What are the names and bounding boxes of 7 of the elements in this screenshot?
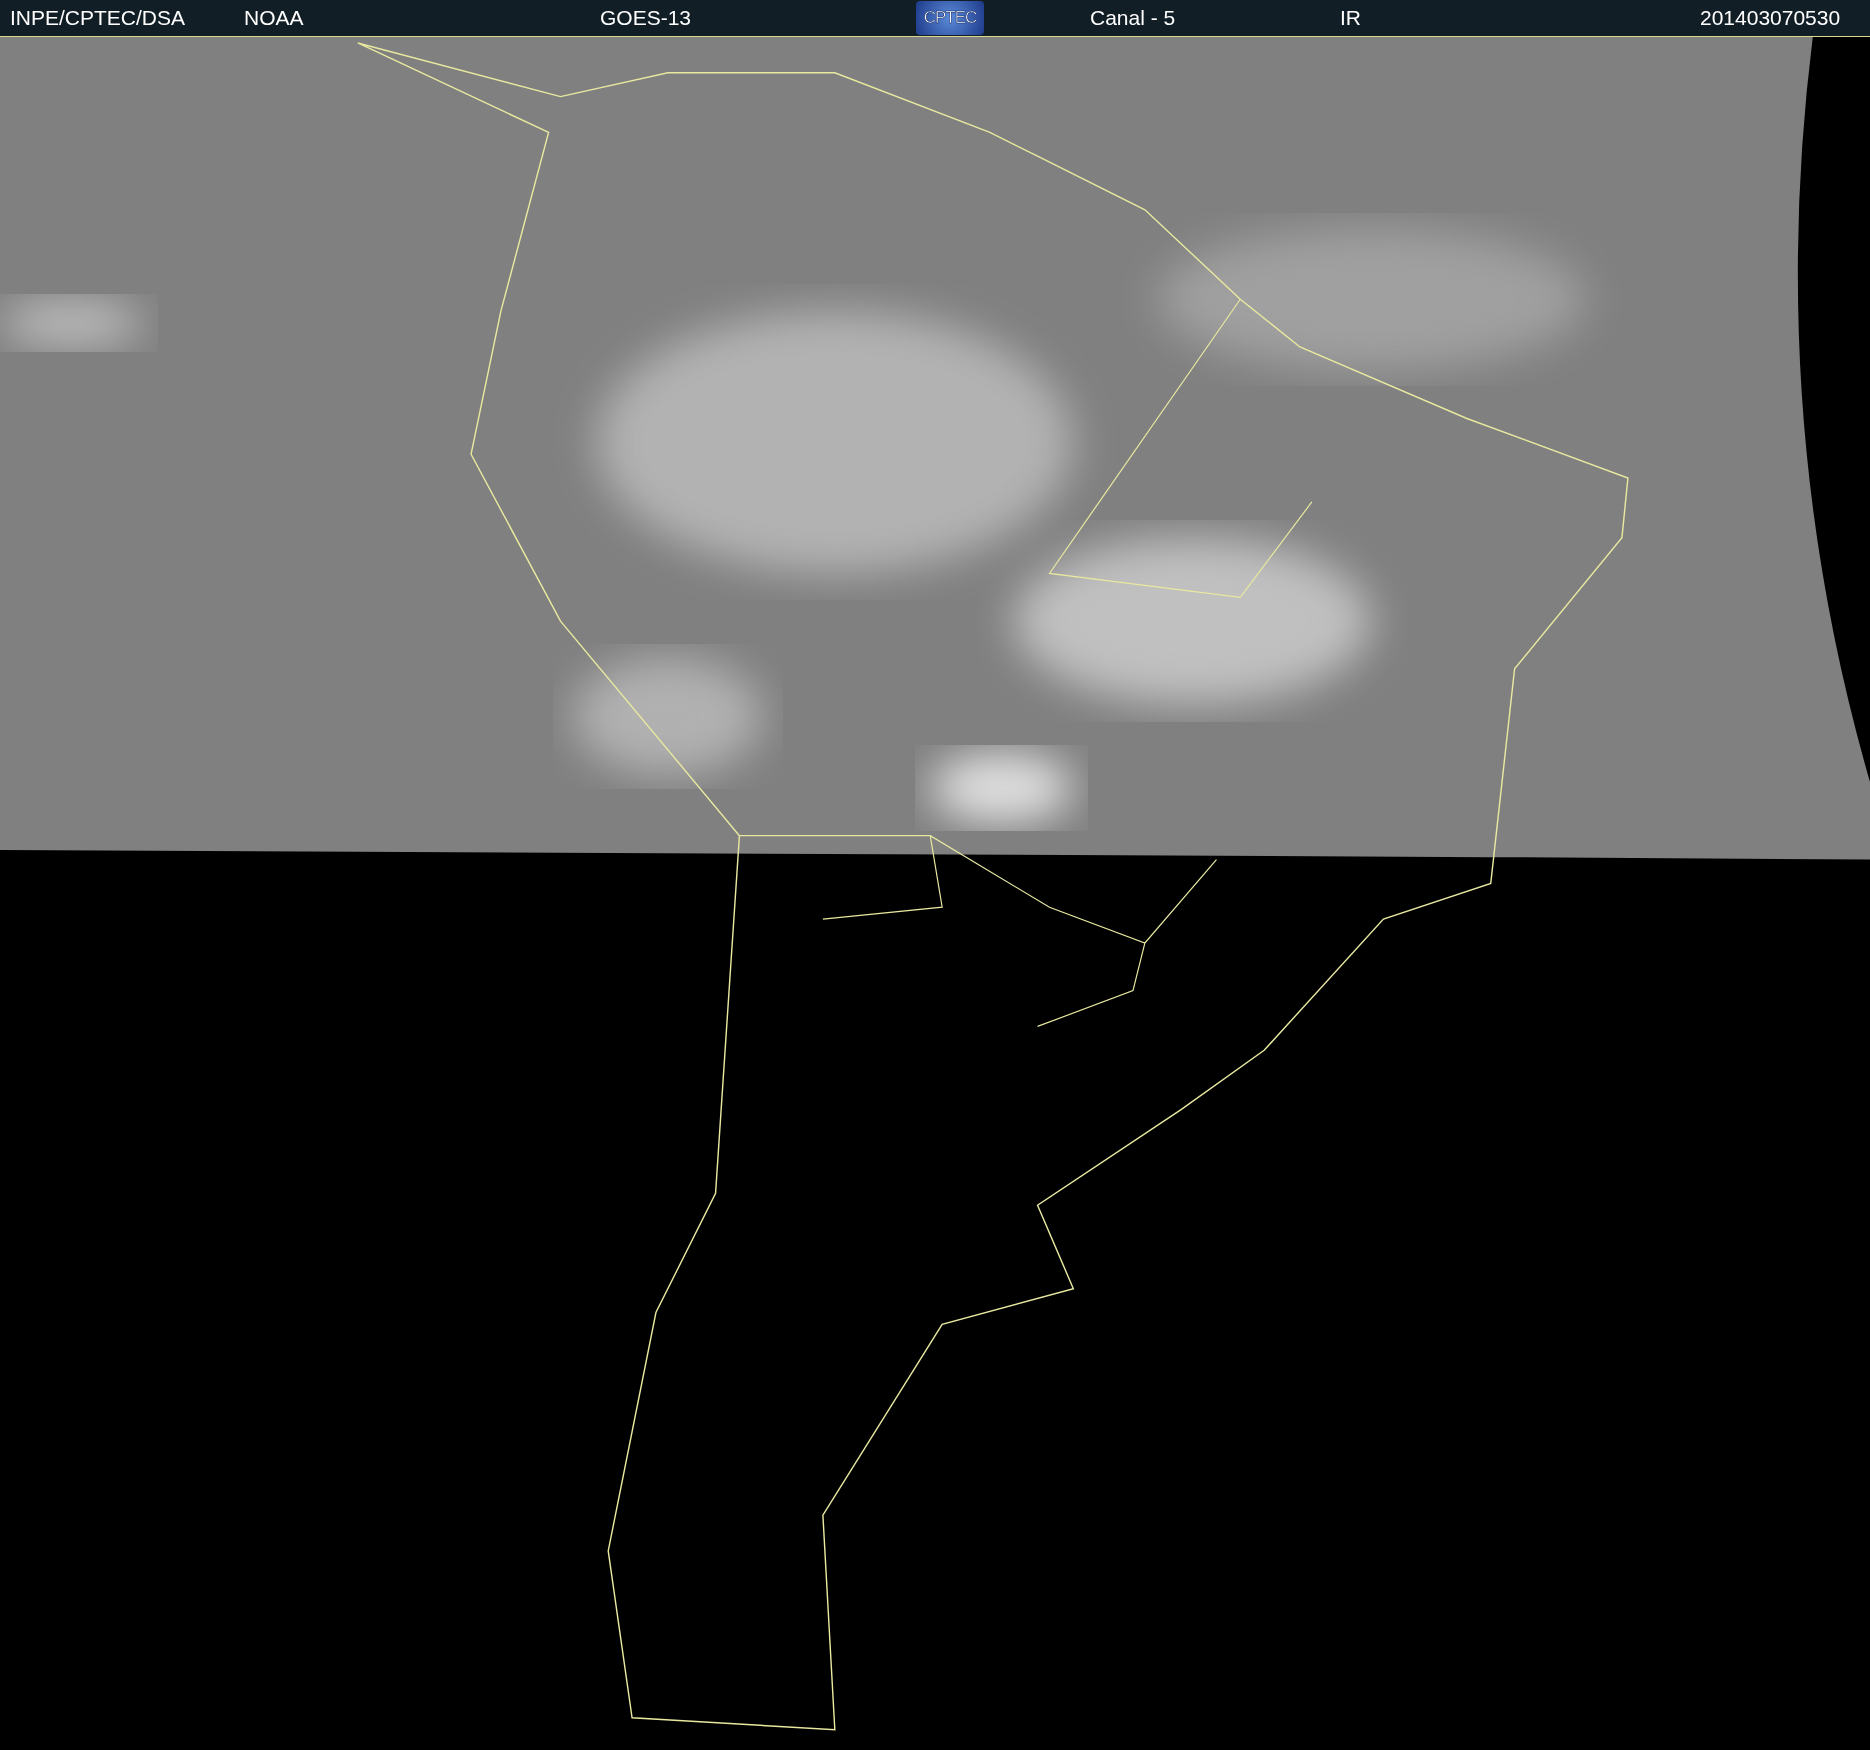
header-label: Canal - 5 xyxy=(1089,6,1176,30)
logo: CPTEC xyxy=(916,1,984,35)
header-label: 201403070530 xyxy=(1699,6,1841,30)
header-label: INPE/CPTEC/DSA xyxy=(9,6,186,30)
header-label: NOAA xyxy=(243,6,304,30)
header-label: IR xyxy=(1339,6,1361,30)
header-label: GOES-13 xyxy=(599,6,692,30)
